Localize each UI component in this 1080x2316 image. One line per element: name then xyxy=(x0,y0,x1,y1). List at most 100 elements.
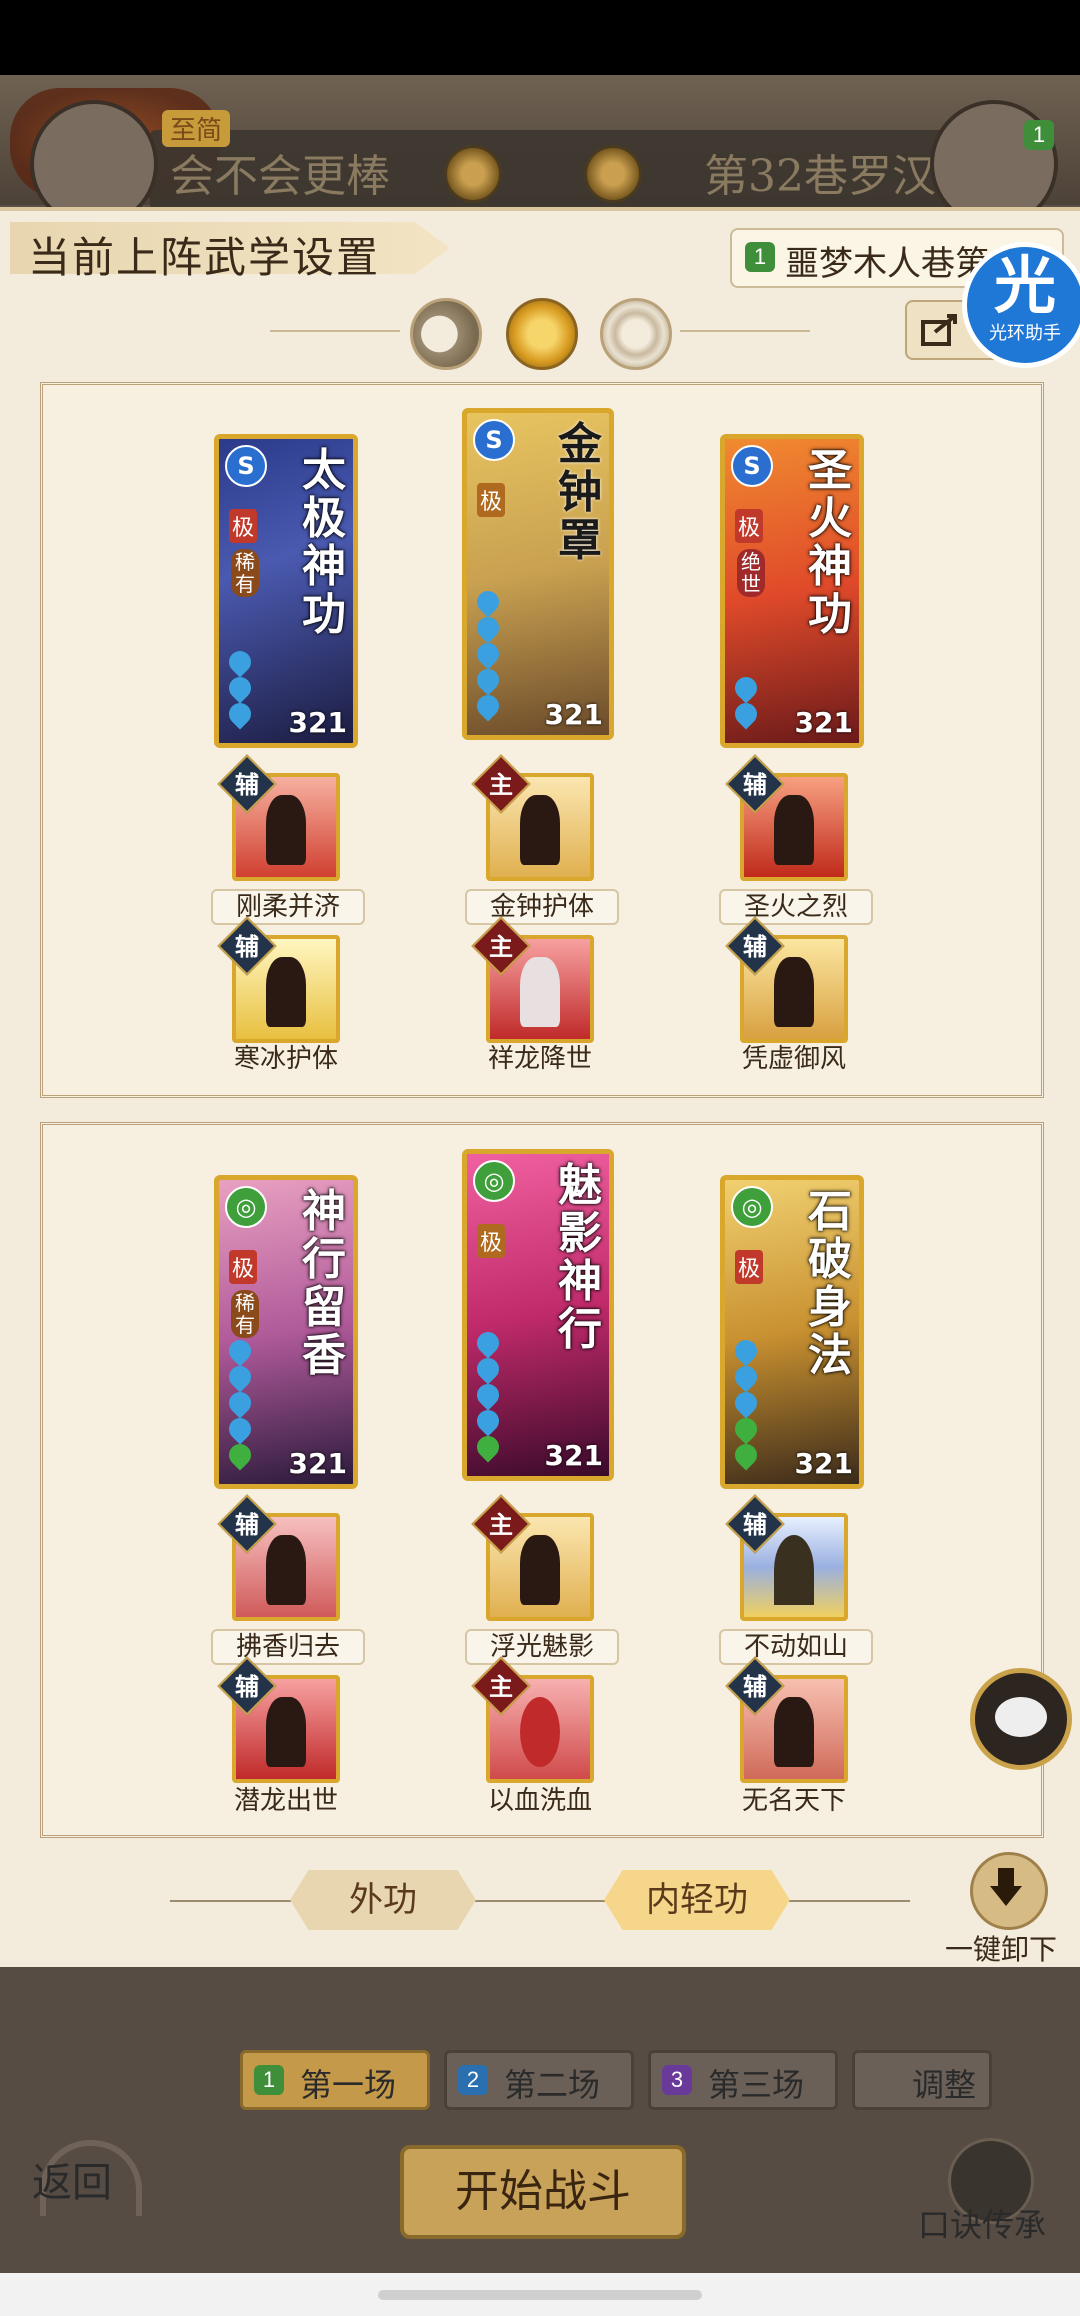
skill-icon[interactable]: 辅 xyxy=(217,1656,340,1783)
card-score: 321 xyxy=(288,706,347,739)
skill-role-mark: 主 xyxy=(489,1672,513,1701)
card-score: 321 xyxy=(288,1447,347,1480)
skill-label: 潜龙出世 xyxy=(233,1786,338,1816)
skill-icon[interactable]: 辅 xyxy=(725,754,848,881)
helper-label: 光环助手 xyxy=(989,323,1061,344)
rarity-tag: 稀有 xyxy=(231,549,259,597)
rank-tag: 极 xyxy=(735,1250,764,1284)
card-shipo[interactable]: ◎ 极 石破身法 321 xyxy=(720,1175,864,1489)
skill-role-mark: 辅 xyxy=(235,932,259,961)
skill-role-mark: 主 xyxy=(489,1510,513,1539)
card-name: 石破身法 xyxy=(808,1186,852,1381)
skill-label: 金钟护体 xyxy=(465,889,619,925)
elements-column xyxy=(730,1335,795,1471)
card-name: 金钟罩 xyxy=(558,419,602,566)
skill-type-icon: ◎ xyxy=(225,1186,267,1228)
skill-label: 寒冰护体 xyxy=(233,1044,338,1074)
card-name: 魅影神行 xyxy=(558,1160,602,1355)
card-name: 圣火神功 xyxy=(808,445,852,640)
right-level-badge: 1 xyxy=(1024,120,1054,150)
divider-left xyxy=(270,330,400,332)
adjust-label: 调整 xyxy=(912,2066,977,2104)
panel-title: 当前上阵武学设置 xyxy=(28,233,381,282)
elements-column xyxy=(730,672,795,730)
inherit-button[interactable]: 口诀传承 xyxy=(918,2200,1046,2246)
skill-role-mark: 辅 xyxy=(743,770,767,799)
skill-icon[interactable]: 辅 xyxy=(217,916,340,1043)
rank-tag: 极 xyxy=(735,509,764,543)
left-orb-icon xyxy=(444,145,502,203)
card-name: 神行留香 xyxy=(302,1186,346,1381)
card-shenxing[interactable]: ◎ 极 稀有 神行留香 321 xyxy=(214,1175,358,1489)
skill-role-mark: 辅 xyxy=(743,932,767,961)
skill-label: 无名天下 xyxy=(741,1786,846,1816)
helper-big-glyph: 光 xyxy=(993,249,1056,322)
skill-label: 不动如山 xyxy=(719,1629,873,1665)
chat-button[interactable] xyxy=(970,1668,1072,1770)
skill-icon[interactable]: 辅 xyxy=(217,754,340,881)
helper-floating-button[interactable]: 光 光环助手 xyxy=(962,242,1080,368)
back-button[interactable]: 返回 xyxy=(32,2150,112,2208)
skill-label: 圣火之烈 xyxy=(719,889,873,925)
skill-icon[interactable]: 辅 xyxy=(725,1494,848,1621)
card-holy-fire[interactable]: S 极 绝世 圣火神功 321 xyxy=(720,434,864,748)
match-3-number: 3 xyxy=(662,2065,692,2095)
unload-all-button[interactable] xyxy=(970,1852,1048,1930)
ring-phase-icon[interactable] xyxy=(600,298,672,370)
skill-role-mark: 辅 xyxy=(743,1672,767,1701)
status-bar xyxy=(0,0,1080,75)
skill-type-icon: S xyxy=(225,445,267,487)
card-score: 321 xyxy=(794,706,853,739)
skill-icon[interactable]: 主 xyxy=(471,754,594,881)
elements-column xyxy=(224,1335,289,1471)
share-icon xyxy=(921,314,957,346)
elements-column xyxy=(224,646,289,730)
left-team-name: 会不会更棒 xyxy=(170,151,390,202)
rank-tag: 极 xyxy=(477,483,506,517)
skill-label: 拂香归去 xyxy=(211,1629,365,1665)
match-1-number: 1 xyxy=(254,2065,284,2095)
divider-right xyxy=(680,330,810,332)
skill-icon[interactable]: 主 xyxy=(471,1656,594,1783)
team-select-number: 1 xyxy=(745,242,775,272)
skill-label: 浮光魅影 xyxy=(465,1629,619,1665)
card-score: 321 xyxy=(544,1439,603,1472)
down-arrow-icon xyxy=(990,1868,1022,1906)
home-indicator[interactable] xyxy=(378,2290,702,2300)
skill-role-mark: 辅 xyxy=(235,770,259,799)
rarity-tag: 稀有 xyxy=(231,1290,259,1338)
tab-outer-arts[interactable]: 外功 xyxy=(290,1870,476,1930)
tab-inner-movement-arts[interactable]: 内轻功 xyxy=(604,1870,790,1930)
card-taiji[interactable]: S 极 稀有 太极神功 321 xyxy=(214,434,358,748)
card-score: 321 xyxy=(544,698,603,731)
elements-column xyxy=(472,586,537,722)
start-battle-button[interactable]: 开始战斗 xyxy=(400,2145,686,2239)
tab-divider xyxy=(170,1900,910,1902)
moon-phase-icon[interactable] xyxy=(410,298,482,370)
skill-type-icon: ◎ xyxy=(473,1160,515,1202)
skill-label: 刚柔并济 xyxy=(211,889,365,925)
match-1-label: 第一场 xyxy=(300,2066,397,2104)
skill-role-mark: 主 xyxy=(489,770,513,799)
skill-icon[interactable]: 主 xyxy=(471,916,594,1043)
sun-phase-icon[interactable] xyxy=(506,298,578,370)
skill-icon[interactable]: 辅 xyxy=(725,916,848,1043)
rarity-tag: 绝世 xyxy=(737,549,765,597)
skill-label: 以血洗血 xyxy=(487,1786,592,1816)
right-orb-icon xyxy=(584,145,642,203)
team-select-label: 噩梦木人巷第 xyxy=(785,244,989,284)
card-score: 321 xyxy=(794,1447,853,1480)
skill-icon[interactable]: 辅 xyxy=(725,1656,848,1783)
card-meiying[interactable]: ◎ 极 魅影神行 321 xyxy=(462,1149,614,1481)
rank-tag: 极 xyxy=(229,1250,258,1284)
card-name: 太极神功 xyxy=(302,445,346,640)
skill-label: 祥龙降世 xyxy=(487,1044,592,1074)
skill-role-mark: 辅 xyxy=(235,1672,259,1701)
skill-icon[interactable]: 主 xyxy=(471,1494,594,1621)
match-2-number: 2 xyxy=(458,2065,488,2095)
elements-column xyxy=(472,1327,537,1463)
rank-tag: 极 xyxy=(477,1224,506,1258)
skill-type-icon: S xyxy=(731,445,773,487)
skill-icon[interactable]: 辅 xyxy=(217,1494,340,1621)
card-golden-bell[interactable]: S 极 金钟罩 321 xyxy=(462,408,614,740)
